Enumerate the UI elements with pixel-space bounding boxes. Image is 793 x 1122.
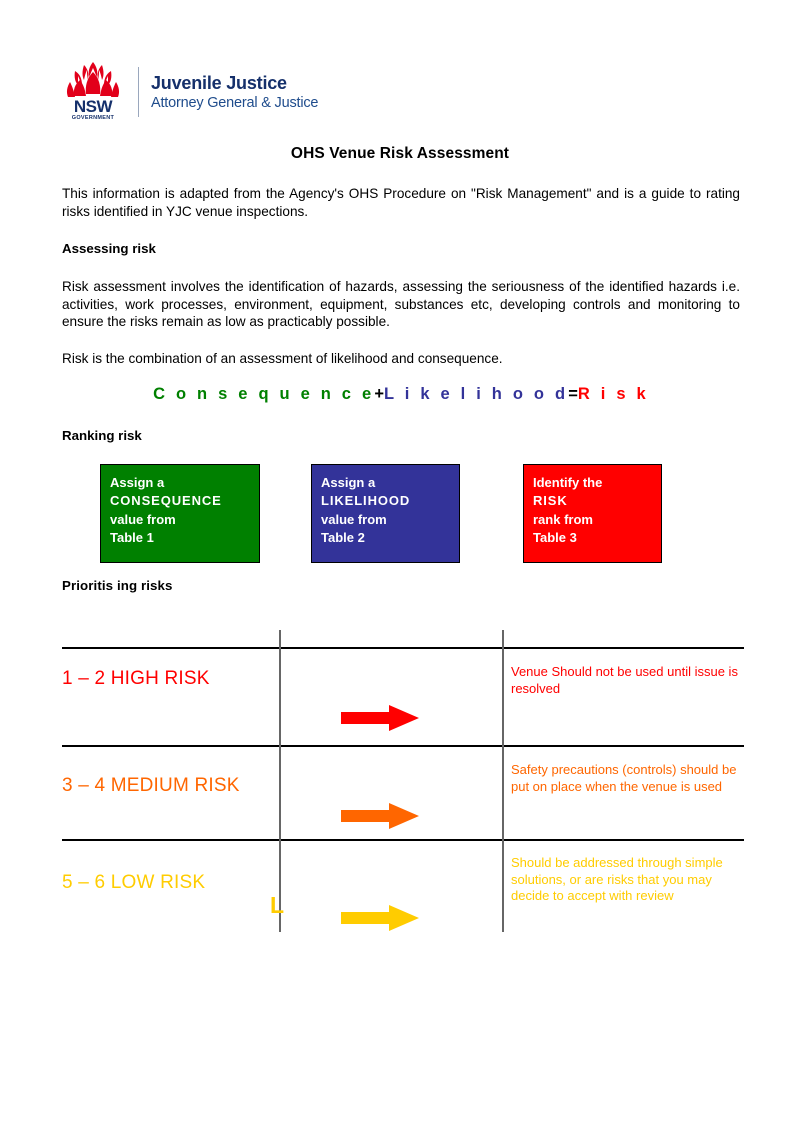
stray-glyph: L — [270, 892, 285, 918]
medium-risk-description: Safety precautions (controls) should be … — [511, 762, 737, 794]
table-row: 5 – 6 LOW RISK — [62, 872, 206, 893]
consequence-box-line2: CONSEQUENCE — [110, 493, 222, 509]
page-title: OHS Venue Risk Assessment — [290, 145, 510, 162]
risk-box-line2: RISK — [533, 493, 568, 509]
assessing-risk-heading: Assessing risk — [62, 241, 156, 256]
low-risk-description: Should be addressed through simple solut… — [511, 855, 723, 904]
likelihood-box: Assign a LIKELIHOOD value from Table 2 — [311, 464, 460, 563]
right-arrow-icon — [341, 905, 419, 931]
table-row-divider-1 — [62, 745, 744, 747]
equation-equals-operator: = — [568, 385, 578, 403]
equation-consequence-term: C o n s e q u e n c e — [153, 385, 375, 403]
likelihood-box-line4: Table 2 — [321, 529, 365, 545]
consequence-box-line3: value from — [110, 511, 176, 527]
document-page: NSW GOVERNMENT Juvenile Justice Attorney… — [0, 0, 793, 1122]
nsw-government-logo-mark: NSW GOVERNMENT — [62, 60, 124, 124]
government-wordmark: GOVERNMENT — [71, 115, 115, 121]
table-column-divider-2 — [502, 630, 504, 932]
equation-likelihood-term: L i k e l i h o o d — [383, 385, 569, 403]
prioritising-risks-heading: Prioritis ing risks — [62, 578, 173, 593]
table-column-divider-1 — [279, 630, 281, 932]
risk-box-line1: Identify the — [533, 475, 603, 490]
agency-name: Juvenile Justice — [151, 72, 287, 93]
equation-risk-term: R i s k — [577, 385, 649, 403]
risk-box-line4: Table 3 — [533, 529, 577, 545]
assessing-risk-paragraph: Risk assessment involves the identificat… — [62, 279, 740, 329]
table-row-divider-2 — [62, 839, 744, 841]
risk-box-line3: rank from — [533, 511, 593, 527]
intro-paragraph: This information is adapted from the Age… — [62, 186, 740, 219]
high-risk-description: Venue Should not be used until issue is … — [511, 664, 738, 696]
risk-box: Identify the RISK rank from Table 3 — [523, 464, 662, 563]
likelihood-box-line1: Assign a — [321, 475, 376, 490]
logo-divider — [138, 67, 139, 117]
consequence-box-line1: Assign a — [110, 475, 165, 490]
right-arrow-icon — [341, 803, 419, 829]
consequence-box: Assign a CONSEQUENCE value from Table 1 — [100, 464, 260, 563]
table-row: 3 – 4 MEDIUM RISK — [62, 775, 240, 796]
nsw-wordmark: NSW — [73, 97, 113, 116]
department-name: Attorney General & Justice — [151, 94, 319, 111]
waratah-flower-icon — [66, 62, 120, 97]
nsw-juvenile-justice-logo: NSW GOVERNMENT Juvenile Justice Attorney… — [62, 58, 362, 126]
likelihood-box-line3: value from — [321, 511, 387, 527]
table-top-border — [62, 647, 744, 649]
likelihood-box-line2: LIKELIHOOD — [321, 493, 411, 509]
logo-text-block: Juvenile Justice Attorney General & Just… — [151, 72, 362, 113]
risk-equation: C o n s e q u e n c e+L i k e l i h o o … — [62, 385, 740, 404]
consequence-box-line4: Table 1 — [110, 529, 154, 545]
table-row: 1 – 2 HIGH RISK — [62, 668, 210, 689]
risk-combination-paragraph: Risk is the combination of an assessment… — [62, 351, 503, 366]
ranking-risk-heading: Ranking risk — [62, 428, 142, 443]
equation-plus-operator: + — [374, 385, 384, 403]
right-arrow-icon — [341, 705, 419, 731]
